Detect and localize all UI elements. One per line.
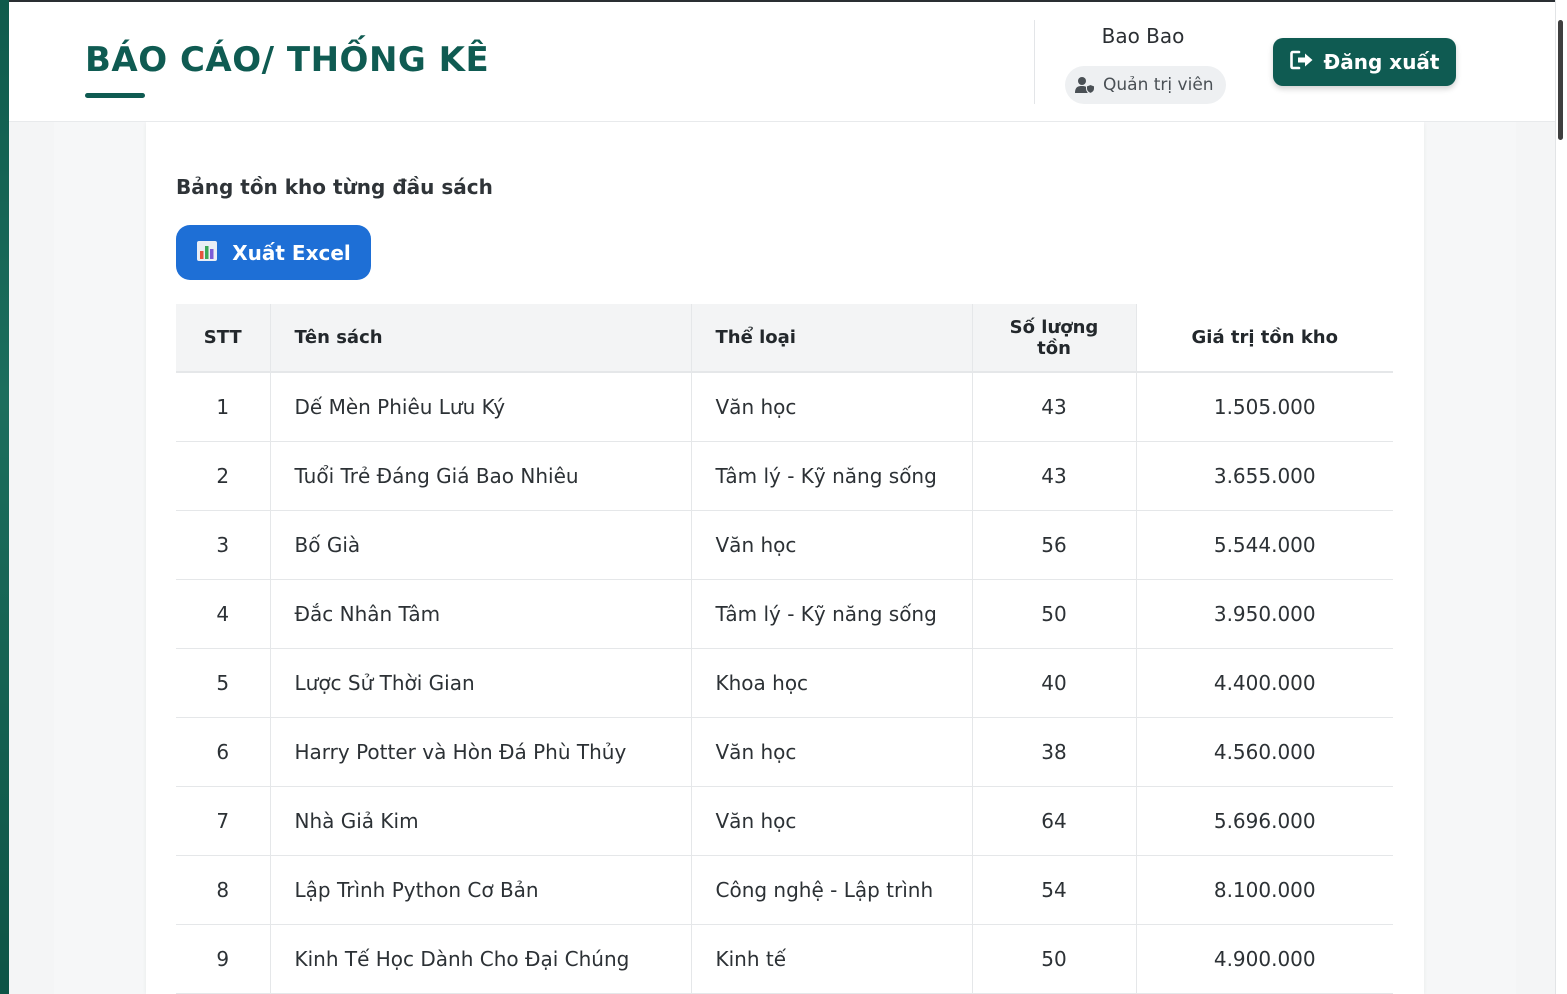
cell-category: Văn học bbox=[691, 786, 973, 856]
cell-category: Văn học bbox=[691, 510, 973, 580]
cell-category: Tâm lý - Kỹ năng sống bbox=[691, 441, 973, 511]
cell-value: 5.544.000 bbox=[1136, 510, 1393, 580]
scrollbar-thumb[interactable] bbox=[1558, 20, 1563, 140]
sign-out-icon bbox=[1289, 50, 1314, 74]
cell-value: 5.696.000 bbox=[1136, 786, 1393, 856]
cell-stt: 3 bbox=[176, 510, 271, 580]
cell-value: 3.655.000 bbox=[1136, 441, 1393, 511]
cell-quantity: 50 bbox=[972, 579, 1137, 649]
cell-title: Nhà Giả Kim bbox=[270, 786, 692, 856]
cell-value: 4.400.000 bbox=[1136, 648, 1393, 718]
table-row: 6 Harry Potter và Hòn Đá Phù Thủy Văn họ… bbox=[176, 717, 1393, 787]
cell-title: Lập Trình Python Cơ Bản bbox=[270, 855, 692, 925]
role-badge: Quản trị viên bbox=[1065, 66, 1226, 104]
cell-title: Dế Mèn Phiêu Lưu Ký bbox=[270, 372, 692, 442]
cell-category: Khoa học bbox=[691, 648, 973, 718]
cell-stt: 7 bbox=[176, 786, 271, 856]
role-label: Quản trị viên bbox=[1103, 75, 1214, 95]
cell-stt: 1 bbox=[176, 372, 271, 442]
cell-quantity: 43 bbox=[972, 372, 1137, 442]
cell-category: Văn học bbox=[691, 717, 973, 787]
table-row: 5 Lược Sử Thời Gian Khoa học 40 4.400.00… bbox=[176, 648, 1393, 718]
cell-value: 4.900.000 bbox=[1136, 924, 1393, 994]
cell-category: Công nghệ - Lập trình bbox=[691, 855, 973, 925]
app-window: Bảng tồn kho từng đầu sách Xuất Excel ST… bbox=[0, 0, 1567, 994]
cell-stt: 4 bbox=[176, 579, 271, 649]
cell-title: Đắc Nhân Tâm bbox=[270, 579, 692, 649]
header-divider bbox=[1034, 20, 1035, 104]
cell-title: Tuổi Trẻ Đáng Giá Bao Nhiêu bbox=[270, 441, 692, 511]
cell-quantity: 40 bbox=[972, 648, 1137, 718]
table-row: 3 Bố Già Văn học 56 5.544.000 bbox=[176, 510, 1393, 580]
cell-quantity: 64 bbox=[972, 786, 1137, 856]
cell-value: 4.560.000 bbox=[1136, 717, 1393, 787]
table-row: 1 Dế Mèn Phiêu Lưu Ký Văn học 43 1.505.0… bbox=[176, 372, 1393, 442]
cell-quantity: 38 bbox=[972, 717, 1137, 787]
left-window-edge bbox=[0, 0, 9, 994]
title-underline bbox=[85, 93, 145, 98]
cell-quantity: 56 bbox=[972, 510, 1137, 580]
column-header-title: Tên sách bbox=[270, 304, 692, 373]
cell-title: Bố Già bbox=[270, 510, 692, 580]
cell-category: Văn học bbox=[691, 372, 973, 442]
cell-value: 3.950.000 bbox=[1136, 579, 1393, 649]
cell-stt: 9 bbox=[176, 924, 271, 994]
cell-stt: 8 bbox=[176, 855, 271, 925]
cell-stt: 5 bbox=[176, 648, 271, 718]
scrollbar[interactable] bbox=[1555, 0, 1567, 994]
cell-title: Lược Sử Thời Gian bbox=[270, 648, 692, 718]
table-row: 9 Kinh Tế Học Dành Cho Đại Chúng Kinh tế… bbox=[176, 924, 1393, 994]
logout-button[interactable]: Đăng xuất bbox=[1273, 38, 1456, 86]
cell-category: Kinh tế bbox=[691, 924, 973, 994]
table-header-row: STT Tên sách Thể loại Số lượng tồn Giá t… bbox=[176, 304, 1393, 373]
inventory-table: STT Tên sách Thể loại Số lượng tồn Giá t… bbox=[176, 304, 1393, 994]
export-excel-button[interactable]: Xuất Excel bbox=[176, 225, 371, 280]
cell-title: Harry Potter và Hòn Đá Phù Thủy bbox=[270, 717, 692, 787]
table-row: 7 Nhà Giả Kim Văn học 64 5.696.000 bbox=[176, 786, 1393, 856]
user-name: Bao Bao bbox=[1101, 24, 1185, 48]
report-card: Bảng tồn kho từng đầu sách Xuất Excel ST… bbox=[146, 122, 1424, 994]
cell-stt: 2 bbox=[176, 441, 271, 511]
table-row: 8 Lập Trình Python Cơ Bản Công nghệ - Lậ… bbox=[176, 855, 1393, 925]
section-title: Bảng tồn kho từng đầu sách bbox=[176, 175, 493, 199]
cell-value: 1.505.000 bbox=[1136, 372, 1393, 442]
export-excel-label: Xuất Excel bbox=[232, 240, 351, 265]
cell-quantity: 50 bbox=[972, 924, 1137, 994]
user-shield-icon bbox=[1075, 76, 1095, 94]
cell-quantity: 54 bbox=[972, 855, 1137, 925]
cell-quantity: 43 bbox=[972, 441, 1137, 511]
cell-value: 8.100.000 bbox=[1136, 855, 1393, 925]
table-row: 4 Đắc Nhân Tâm Tâm lý - Kỹ năng sống 50 … bbox=[176, 579, 1393, 649]
table-row: 2 Tuổi Trẻ Đáng Giá Bao Nhiêu Tâm lý - K… bbox=[176, 441, 1393, 511]
bar-chart-icon bbox=[196, 240, 218, 266]
column-header-stt: STT bbox=[176, 304, 271, 373]
page-title: BÁO CÁO/ THỐNG KÊ bbox=[85, 40, 490, 80]
column-header-value: Giá trị tồn kho bbox=[1136, 304, 1393, 373]
column-header-quantity: Số lượng tồn bbox=[972, 304, 1137, 373]
cell-category: Tâm lý - Kỹ năng sống bbox=[691, 579, 973, 649]
cell-stt: 6 bbox=[176, 717, 271, 787]
page-header: BÁO CÁO/ THỐNG KÊ Bao Bao Quản trị viên bbox=[9, 2, 1556, 122]
column-header-category: Thể loại bbox=[691, 304, 973, 373]
cell-title: Kinh Tế Học Dành Cho Đại Chúng bbox=[270, 924, 692, 994]
logout-label: Đăng xuất bbox=[1323, 50, 1440, 74]
